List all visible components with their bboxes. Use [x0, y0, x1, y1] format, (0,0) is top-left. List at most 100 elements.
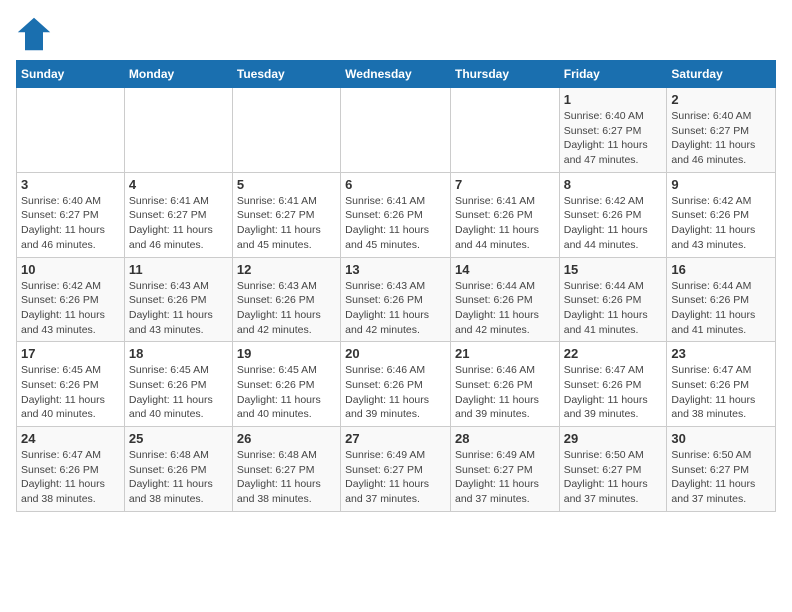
day-cell: [341, 88, 451, 173]
day-info: Sunrise: 6:50 AM Sunset: 6:27 PM Dayligh…: [564, 448, 663, 507]
day-cell: 22 Sunrise: 6:47 AM Sunset: 6:26 PM Dayli…: [559, 342, 667, 427]
day-number: 7: [455, 177, 555, 192]
day-number: 21: [455, 346, 555, 361]
day-cell: 16 Sunrise: 6:44 AM Sunset: 6:26 PM Dayli…: [667, 257, 776, 342]
day-info: Sunrise: 6:44 AM Sunset: 6:26 PM Dayligh…: [671, 279, 771, 338]
day-info: Sunrise: 6:41 AM Sunset: 6:27 PM Dayligh…: [237, 194, 336, 253]
day-cell: 6 Sunrise: 6:41 AM Sunset: 6:26 PM Daylig…: [341, 172, 451, 257]
col-header-saturday: Saturday: [667, 61, 776, 88]
day-info: Sunrise: 6:41 AM Sunset: 6:26 PM Dayligh…: [455, 194, 555, 253]
header: [16, 16, 776, 52]
day-info: Sunrise: 6:45 AM Sunset: 6:26 PM Dayligh…: [129, 363, 228, 422]
day-cell: 18 Sunrise: 6:45 AM Sunset: 6:26 PM Dayli…: [124, 342, 232, 427]
day-cell: 11 Sunrise: 6:43 AM Sunset: 6:26 PM Dayli…: [124, 257, 232, 342]
day-cell: 21 Sunrise: 6:46 AM Sunset: 6:26 PM Dayli…: [450, 342, 559, 427]
day-number: 24: [21, 431, 120, 446]
week-row-3: 10 Sunrise: 6:42 AM Sunset: 6:26 PM Dayli…: [17, 257, 776, 342]
day-info: Sunrise: 6:43 AM Sunset: 6:26 PM Dayligh…: [129, 279, 228, 338]
col-header-friday: Friday: [559, 61, 667, 88]
day-info: Sunrise: 6:49 AM Sunset: 6:27 PM Dayligh…: [455, 448, 555, 507]
day-cell: 25 Sunrise: 6:48 AM Sunset: 6:26 PM Dayli…: [124, 427, 232, 512]
day-info: Sunrise: 6:44 AM Sunset: 6:26 PM Dayligh…: [564, 279, 663, 338]
day-number: 27: [345, 431, 446, 446]
day-cell: 2 Sunrise: 6:40 AM Sunset: 6:27 PM Daylig…: [667, 88, 776, 173]
day-info: Sunrise: 6:40 AM Sunset: 6:27 PM Dayligh…: [564, 109, 663, 168]
day-number: 19: [237, 346, 336, 361]
logo: [16, 16, 56, 52]
day-info: Sunrise: 6:40 AM Sunset: 6:27 PM Dayligh…: [21, 194, 120, 253]
week-row-2: 3 Sunrise: 6:40 AM Sunset: 6:27 PM Daylig…: [17, 172, 776, 257]
day-number: 30: [671, 431, 771, 446]
day-info: Sunrise: 6:46 AM Sunset: 6:26 PM Dayligh…: [345, 363, 446, 422]
header-row: SundayMondayTuesdayWednesdayThursdayFrid…: [17, 61, 776, 88]
day-number: 29: [564, 431, 663, 446]
day-info: Sunrise: 6:46 AM Sunset: 6:26 PM Dayligh…: [455, 363, 555, 422]
day-cell: 19 Sunrise: 6:45 AM Sunset: 6:26 PM Dayli…: [232, 342, 340, 427]
col-header-tuesday: Tuesday: [232, 61, 340, 88]
day-number: 28: [455, 431, 555, 446]
day-info: Sunrise: 6:40 AM Sunset: 6:27 PM Dayligh…: [671, 109, 771, 168]
day-number: 11: [129, 262, 228, 277]
day-cell: [17, 88, 125, 173]
day-info: Sunrise: 6:43 AM Sunset: 6:26 PM Dayligh…: [345, 279, 446, 338]
day-number: 18: [129, 346, 228, 361]
day-info: Sunrise: 6:47 AM Sunset: 6:26 PM Dayligh…: [671, 363, 771, 422]
day-cell: 30 Sunrise: 6:50 AM Sunset: 6:27 PM Dayli…: [667, 427, 776, 512]
day-info: Sunrise: 6:50 AM Sunset: 6:27 PM Dayligh…: [671, 448, 771, 507]
day-info: Sunrise: 6:48 AM Sunset: 6:26 PM Dayligh…: [129, 448, 228, 507]
day-info: Sunrise: 6:42 AM Sunset: 6:26 PM Dayligh…: [21, 279, 120, 338]
day-cell: 24 Sunrise: 6:47 AM Sunset: 6:26 PM Dayli…: [17, 427, 125, 512]
day-cell: [450, 88, 559, 173]
day-cell: 26 Sunrise: 6:48 AM Sunset: 6:27 PM Dayli…: [232, 427, 340, 512]
calendar-table: SundayMondayTuesdayWednesdayThursdayFrid…: [16, 60, 776, 512]
day-cell: 13Sunrise: 6:43 AM Sunset: 6:26 PM Dayli…: [341, 257, 451, 342]
day-cell: 1 Sunrise: 6:40 AM Sunset: 6:27 PM Daylig…: [559, 88, 667, 173]
day-info: Sunrise: 6:45 AM Sunset: 6:26 PM Dayligh…: [21, 363, 120, 422]
day-cell: 14 Sunrise: 6:44 AM Sunset: 6:26 PM Dayli…: [450, 257, 559, 342]
logo-icon: [16, 16, 52, 52]
day-number: 22: [564, 346, 663, 361]
week-row-4: 17Sunrise: 6:45 AM Sunset: 6:26 PM Dayli…: [17, 342, 776, 427]
week-row-1: 1 Sunrise: 6:40 AM Sunset: 6:27 PM Daylig…: [17, 88, 776, 173]
day-number: 8: [564, 177, 663, 192]
col-header-monday: Monday: [124, 61, 232, 88]
day-number: 12: [237, 262, 336, 277]
day-number: 5: [237, 177, 336, 192]
day-cell: [232, 88, 340, 173]
day-info: Sunrise: 6:42 AM Sunset: 6:26 PM Dayligh…: [671, 194, 771, 253]
day-number: 26: [237, 431, 336, 446]
day-cell: 5 Sunrise: 6:41 AM Sunset: 6:27 PM Daylig…: [232, 172, 340, 257]
day-number: 3: [21, 177, 120, 192]
day-number: 9: [671, 177, 771, 192]
day-cell: 9 Sunrise: 6:42 AM Sunset: 6:26 PM Daylig…: [667, 172, 776, 257]
day-number: 6: [345, 177, 446, 192]
day-info: Sunrise: 6:48 AM Sunset: 6:27 PM Dayligh…: [237, 448, 336, 507]
day-number: 25: [129, 431, 228, 446]
day-number: 10: [21, 262, 120, 277]
week-row-5: 24 Sunrise: 6:47 AM Sunset: 6:26 PM Dayli…: [17, 427, 776, 512]
day-number: 23: [671, 346, 771, 361]
col-header-thursday: Thursday: [450, 61, 559, 88]
day-cell: 12 Sunrise: 6:43 AM Sunset: 6:26 PM Dayli…: [232, 257, 340, 342]
day-cell: 4Sunrise: 6:41 AM Sunset: 6:27 PM Daylig…: [124, 172, 232, 257]
day-number: 4: [129, 177, 228, 192]
day-info: Sunrise: 6:42 AM Sunset: 6:26 PM Dayligh…: [564, 194, 663, 253]
day-number: 14: [455, 262, 555, 277]
day-cell: 17Sunrise: 6:45 AM Sunset: 6:26 PM Dayli…: [17, 342, 125, 427]
day-number: 20: [345, 346, 446, 361]
day-info: Sunrise: 6:47 AM Sunset: 6:26 PM Dayligh…: [564, 363, 663, 422]
day-number: 1: [564, 92, 663, 107]
day-cell: 15 Sunrise: 6:44 AM Sunset: 6:26 PM Dayli…: [559, 257, 667, 342]
day-number: 15: [564, 262, 663, 277]
day-info: Sunrise: 6:47 AM Sunset: 6:26 PM Dayligh…: [21, 448, 120, 507]
day-number: 2: [671, 92, 771, 107]
day-info: Sunrise: 6:43 AM Sunset: 6:26 PM Dayligh…: [237, 279, 336, 338]
day-cell: 27Sunrise: 6:49 AM Sunset: 6:27 PM Dayli…: [341, 427, 451, 512]
day-number: 16: [671, 262, 771, 277]
day-info: Sunrise: 6:44 AM Sunset: 6:26 PM Dayligh…: [455, 279, 555, 338]
day-cell: 28 Sunrise: 6:49 AM Sunset: 6:27 PM Dayli…: [450, 427, 559, 512]
day-info: Sunrise: 6:41 AM Sunset: 6:26 PM Dayligh…: [345, 194, 446, 253]
day-cell: 3 Sunrise: 6:40 AM Sunset: 6:27 PM Daylig…: [17, 172, 125, 257]
day-cell: 23 Sunrise: 6:47 AM Sunset: 6:26 PM Dayli…: [667, 342, 776, 427]
day-info: Sunrise: 6:45 AM Sunset: 6:26 PM Dayligh…: [237, 363, 336, 422]
